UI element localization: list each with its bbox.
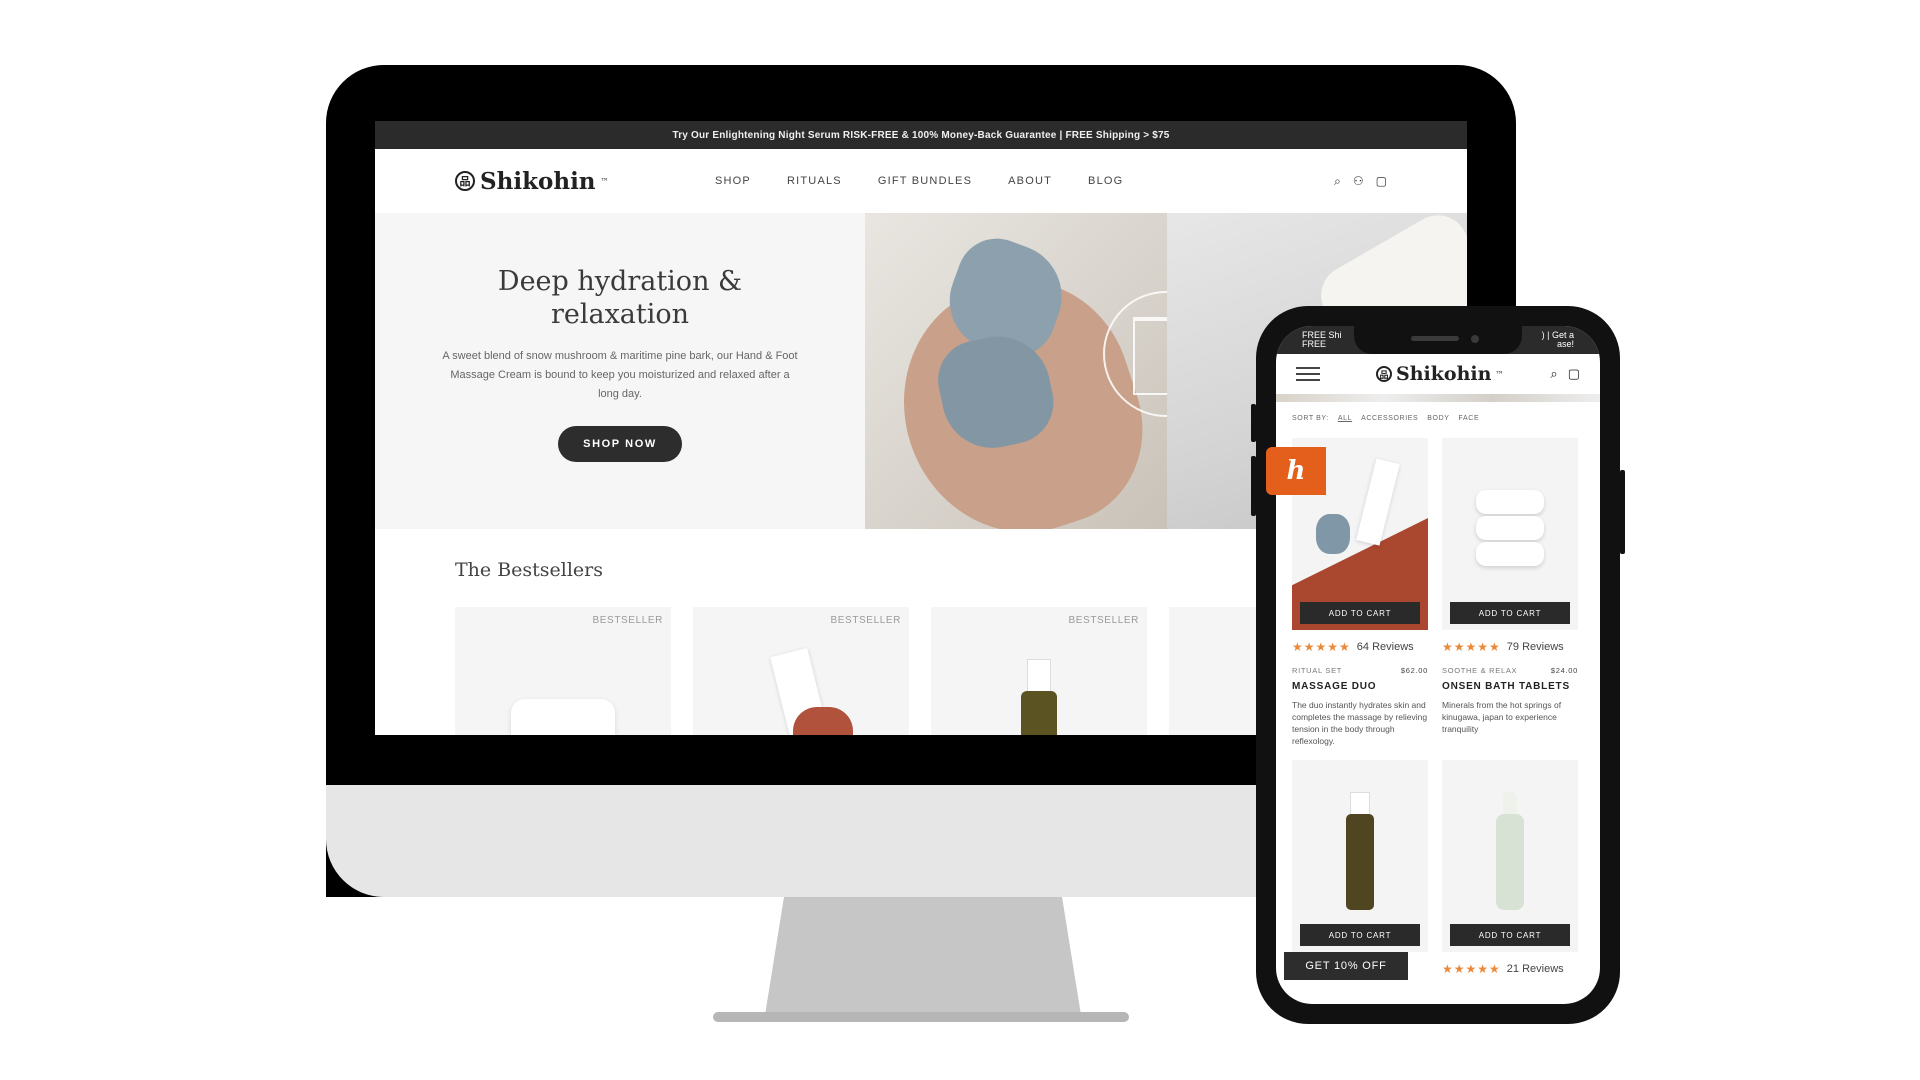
sort-body[interactable]: BODY [1427,415,1449,422]
cart-icon[interactable]: ▢ [1568,366,1580,382]
sort-all[interactable]: ALL [1338,415,1352,422]
product-card: ADD TO CART ★★★★★ 79 Reviews SOOTHE & REL… [1442,438,1578,760]
menu-rituals[interactable]: RITUALS [787,175,842,187]
product-image[interactable]: ADD TO CART [1442,438,1578,630]
review-count[interactable]: 64 Reviews [1357,641,1414,653]
add-to-cart-button[interactable]: ADD TO CART [1300,924,1420,946]
bestseller-badge: BESTSELLER [1068,615,1139,626]
main-menu: SHOP RITUALS GIFT BUNDLES ABOUT BLOG [715,175,1123,187]
menu-blog[interactable]: BLOG [1088,175,1123,187]
add-to-cart-button[interactable]: ADD TO CART [1450,924,1570,946]
imac-stand [765,897,1081,1015]
menu-about[interactable]: ABOUT [1008,175,1052,187]
product-description: The duo instantly hydrates skin and comp… [1292,700,1428,746]
account-icon[interactable]: ⚇ [1353,174,1364,189]
add-to-cart-button[interactable]: ADD TO CART [1300,602,1420,624]
shop-now-button[interactable]: SHOP NOW [558,426,682,462]
product-description: Minerals from the hot springs of kinugaw… [1442,700,1562,734]
star-rating-icon: ★★★★★ [1292,640,1351,654]
review-count[interactable]: 79 Reviews [1507,641,1564,653]
imac-stand-base [713,1012,1129,1022]
mobile-brand-logo[interactable]: 品 Shikohin ™ [1376,363,1503,385]
product-category: RITUAL SET [1292,666,1343,675]
sort-accessories[interactable]: ACCESSORIES [1361,415,1418,422]
product-image[interactable]: ADD TO CART [1442,760,1578,952]
announcement-bar[interactable]: Try Our Enlightening Night Serum RISK-FR… [375,121,1467,149]
menu-shop[interactable]: SHOP [715,175,751,187]
sort-face[interactable]: FACE [1459,415,1480,422]
product-card: ADD TO CART ★★★★★ 21 Reviews [1442,760,1578,976]
cart-icon[interactable]: ▢ [1376,174,1387,189]
product-card: ADD TO CART s [1292,760,1428,974]
add-to-cart-button[interactable]: ADD TO CART [1450,602,1570,624]
bestseller-badge: BESTSELLER [592,615,663,626]
menu-gift-bundles[interactable]: GIFT BUNDLES [878,175,972,187]
hero-image-strip [1276,394,1600,402]
product-grid: ADD TO CART ★★★★★ 64 Reviews RITUAL SET $6… [1276,422,1600,976]
honey-extension-icon[interactable]: h [1266,447,1326,495]
product-image[interactable]: ADD TO CART [1292,760,1428,952]
sort-label: SORT BY: [1292,415,1329,422]
product-category: SOOTHE & RELAX [1442,666,1518,675]
bestseller-badge: BESTSELLER [830,615,901,626]
product-price: $24.00 [1550,666,1578,675]
header-icons: ⌕ ⚇ ▢ [1334,174,1387,189]
product-name[interactable]: MASSAGE DUO [1292,681,1428,692]
search-icon[interactable]: ⌕ [1334,174,1341,189]
hero-title: Deep hydration & relaxation [497,266,743,330]
bestseller-card[interactable]: BESTSELLER [931,607,1147,735]
hero-text: A sweet blend of snow mushroom & maritim… [442,350,798,400]
bestseller-card[interactable]: BESTSELLER [693,607,909,735]
product-price: $62.00 [1400,666,1428,675]
discount-popup-button[interactable]: GET 10% OFF [1284,952,1408,980]
brand-name: Shikohin [480,167,596,195]
star-rating-icon: ★★★★★ [1442,962,1501,976]
brand-mark-icon: 品 [1376,366,1392,382]
hamburger-menu-icon[interactable] [1296,367,1320,381]
mobile-header: 品 Shikohin ™ ⌕ ▢ [1276,354,1600,394]
phone-notch [1354,326,1522,354]
star-rating-icon: ★★★★★ [1442,640,1501,654]
brand-mark-icon: 品 [455,171,475,191]
product-name[interactable]: ONSEN BATH TABLETS [1442,681,1578,692]
mobile-screen: FREE Shi FREE ) | Get a ase! 品 Shikohin ™… [1276,326,1600,1004]
hero-image-massage-stones [865,213,1167,529]
desktop-header: 品 Shikohin ™ SHOP RITUALS GIFT BUNDLES AB… [375,149,1467,213]
bestseller-card[interactable]: BESTSELLER [455,607,671,735]
review-count[interactable]: 21 Reviews [1507,963,1564,975]
brand-logo[interactable]: 品 Shikohin ™ [455,168,609,195]
sort-bar: SORT BY: ALL ACCESSORIES BODY FACE [1276,402,1600,422]
search-icon[interactable]: ⌕ [1550,366,1557,382]
hero-copy: Deep hydration & relaxation A sweet blen… [375,213,865,529]
